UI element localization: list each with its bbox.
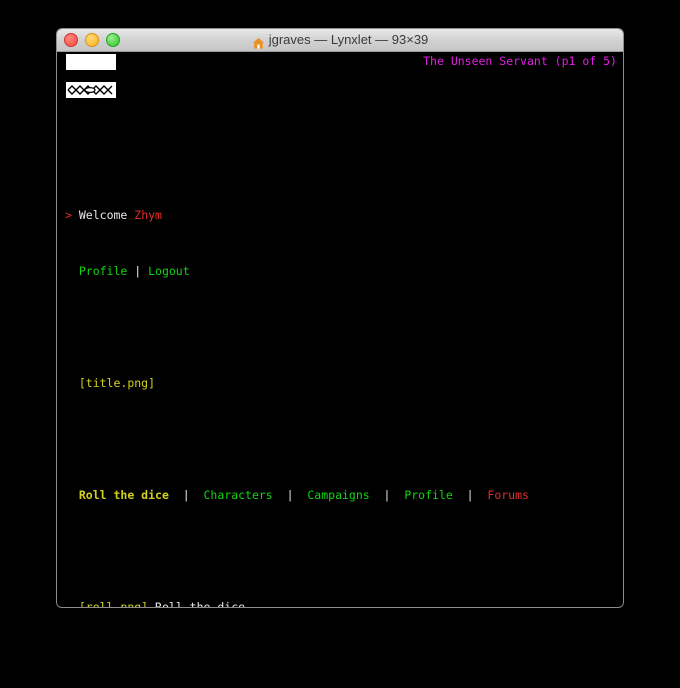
window-title-text: jgraves — Lynxlet — 93×39 (268, 32, 429, 47)
window-title: jgraves — Lynxlet — 93×39 (57, 29, 623, 51)
nav-sep-4: | (452, 488, 488, 502)
nav-roll-the-dice[interactable]: Roll the dice (79, 488, 169, 502)
logout-link[interactable]: Logout (148, 264, 190, 278)
site-logo (66, 54, 116, 98)
nav-campaigns[interactable]: Campaigns (307, 488, 369, 502)
welcome-row: > Welcome Zhym (57, 208, 623, 222)
welcome-label: Welcome (78, 208, 128, 222)
title-image-placeholder[interactable]: [title.png] (79, 376, 155, 390)
title-image-row: [title.png] (57, 376, 623, 390)
page-header-right: The Unseen Servant (p1 of 5) (423, 54, 617, 68)
nav-sep-1: | (168, 488, 204, 502)
account-links-row: Profile | Logout (57, 264, 623, 278)
terminal-screen: The Unseen Servant (p1 of 5) > Welcome Z… (57, 52, 623, 608)
nav-profile[interactable]: Profile (404, 488, 452, 502)
home-icon (252, 35, 265, 49)
roll-image-placeholder[interactable]: [roll.png] (79, 600, 148, 607)
nav-sep-3: | (369, 488, 405, 502)
section-heading: Roll the dice (155, 600, 246, 608)
section-heading-row: [roll.png] Roll the dice (57, 600, 623, 608)
terminal-window: jgraves — Lynxlet — 93×39 The Unseen Ser… (56, 28, 624, 608)
nav-sep-2: | (272, 488, 308, 502)
welcome-user: Zhym (134, 208, 162, 222)
link-separator: | (127, 264, 149, 278)
nav-row: Roll the dice | Characters | Campaigns |… (57, 488, 623, 502)
minimize-button[interactable] (85, 33, 99, 47)
window-controls (64, 29, 120, 51)
window-titlebar[interactable]: jgraves — Lynxlet — 93×39 (57, 29, 623, 52)
profile-link[interactable]: Profile (79, 264, 127, 278)
zoom-button[interactable] (106, 33, 120, 47)
nav-forums[interactable]: Forums (487, 488, 529, 502)
close-button[interactable] (64, 33, 78, 47)
nav-characters[interactable]: Characters (204, 488, 273, 502)
prompt-arrow: > (65, 208, 72, 222)
